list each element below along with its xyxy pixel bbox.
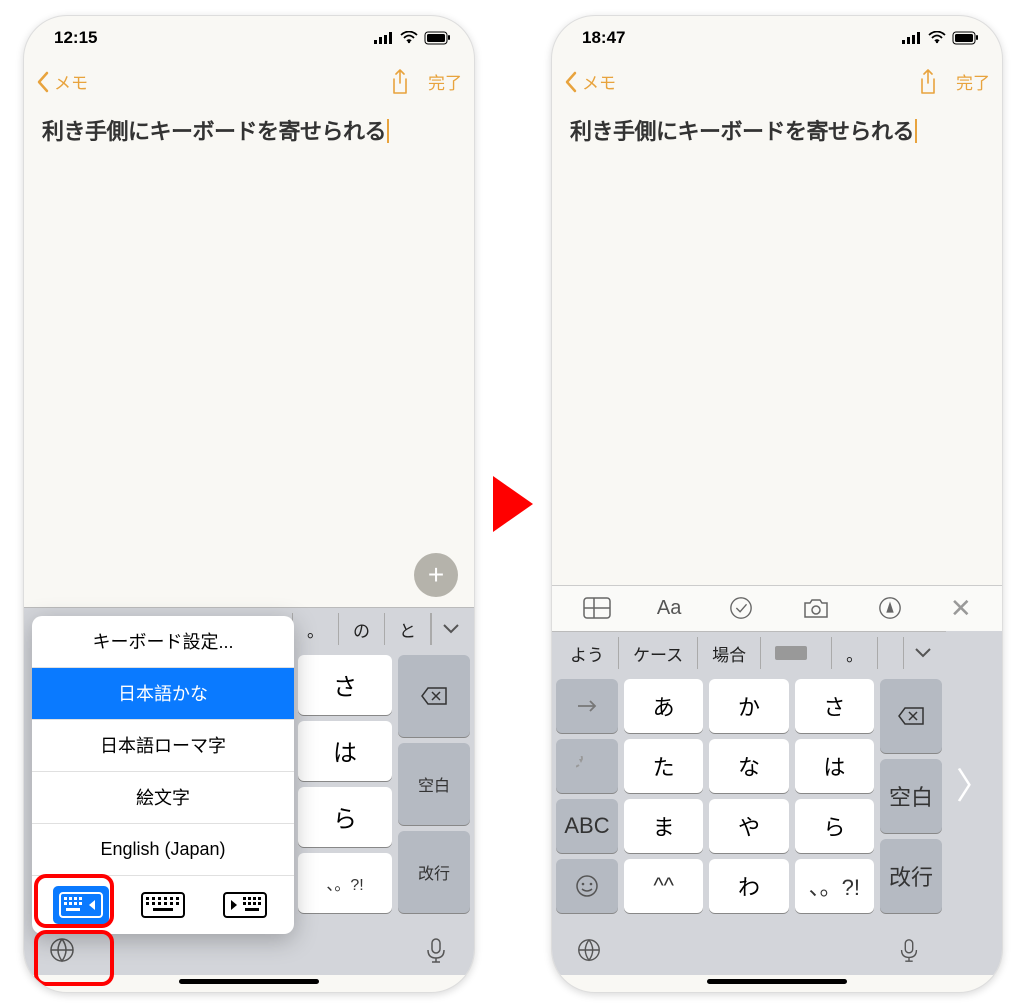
suggestion-item[interactable]: 場合 [698, 637, 761, 669]
return-key[interactable]: 改行 [398, 831, 470, 913]
back-label: メモ [54, 69, 88, 94]
add-button[interactable]: + [414, 553, 458, 597]
key-ta[interactable]: た [624, 739, 703, 793]
phone-left: 12:15 メモ 完了 利き手側にキーボードを寄せられる + 。 の と さ [23, 15, 475, 993]
arrow-right-key[interactable] [556, 679, 618, 733]
key-sa[interactable]: さ [298, 655, 392, 715]
battery-icon [952, 31, 980, 45]
keyboard-full-icon[interactable] [135, 886, 191, 924]
home-indicator[interactable] [707, 979, 847, 984]
mic-icon[interactable] [896, 937, 922, 963]
key-sa[interactable]: さ [795, 679, 874, 733]
key-ha[interactable]: は [298, 721, 392, 781]
suggestion-item[interactable]: 。 [292, 613, 339, 645]
key-wa[interactable]: わ [709, 859, 788, 913]
key-ra[interactable]: ら [795, 799, 874, 853]
backspace-key[interactable] [880, 679, 942, 753]
backspace-key[interactable] [398, 655, 470, 737]
key-na[interactable]: な [709, 739, 788, 793]
chevron-down-icon[interactable] [903, 637, 942, 669]
keyboard-right-icon[interactable] [217, 886, 273, 924]
undo-key[interactable] [556, 739, 618, 793]
menu-romaji[interactable]: 日本語ローマ字 [32, 720, 294, 772]
suggestion-item[interactable]: と [385, 613, 431, 645]
key-ka[interactable]: か [709, 679, 788, 733]
status-icons [902, 31, 980, 45]
markup-icon[interactable] [875, 596, 905, 620]
share-icon[interactable] [918, 69, 938, 95]
keyboard-layout-row [32, 876, 294, 934]
signal-icon [374, 32, 394, 44]
globe-icon[interactable] [576, 937, 602, 963]
key-punct[interactable]: 、。?! [795, 859, 874, 913]
key-ha[interactable]: は [795, 739, 874, 793]
camera-icon[interactable] [801, 596, 831, 620]
globe-icon[interactable] [48, 936, 76, 964]
home-indicator[interactable] [179, 979, 319, 984]
share-icon[interactable] [390, 69, 410, 95]
return-key[interactable]: 改行 [880, 839, 942, 913]
table-icon[interactable] [582, 596, 612, 620]
back-button[interactable]: メモ [36, 69, 88, 94]
key-a[interactable]: あ [624, 679, 703, 733]
space-key[interactable]: 空白 [398, 743, 470, 825]
battery-icon [424, 31, 452, 45]
suggestion-bar: よう ケース 場合 。 [552, 631, 946, 675]
note-text: 利き手側にキーボードを寄せられる [570, 119, 914, 144]
compact-keyboard: よう ケース 場合 。 ABC [552, 631, 1002, 975]
back-label: メモ [582, 69, 616, 94]
key-small[interactable]: ^^ [624, 859, 703, 913]
menu-emoji[interactable]: 絵文字 [32, 772, 294, 824]
suggestion-item[interactable]: 。 [831, 637, 878, 669]
expand-handle[interactable]: 〉 [946, 631, 1002, 975]
keyboard-bottom-bar [552, 921, 946, 975]
key-ra[interactable]: ら [298, 787, 392, 847]
mic-icon[interactable] [422, 936, 450, 964]
note-content[interactable]: 利き手側にキーボードを寄せられる + [24, 104, 474, 607]
arrow-icon [493, 476, 533, 532]
menu-kana[interactable]: 日本語かな [32, 668, 294, 720]
suggestion-item[interactable]: ケース [619, 637, 698, 669]
keyboard-menu: キーボード設定... 日本語かな 日本語ローマ字 絵文字 English (Ja… [32, 616, 294, 934]
format-button[interactable]: Aa [657, 597, 681, 620]
text-cursor [387, 119, 389, 143]
checklist-icon[interactable] [726, 596, 756, 620]
menu-english[interactable]: English (Japan) [32, 824, 294, 876]
wifi-icon [928, 31, 946, 44]
status-bar: 12:15 [24, 16, 474, 60]
key-punct[interactable]: 、。?! [298, 853, 392, 913]
status-time: 12:15 [54, 28, 97, 48]
chevron-down-icon[interactable] [431, 613, 470, 645]
done-button[interactable]: 完了 [956, 69, 990, 94]
status-time: 18:47 [582, 28, 625, 48]
space-key[interactable]: 空白 [880, 759, 942, 833]
close-icon[interactable]: ✕ [950, 593, 972, 624]
nav-bar: メモ 完了 [552, 60, 1002, 104]
abc-key[interactable]: ABC [556, 799, 618, 853]
status-icons [374, 31, 452, 45]
suggestion-item[interactable]: の [339, 613, 385, 645]
suggestion-item[interactable]: よう [556, 637, 619, 669]
notes-toolbar: Aa ✕ [552, 585, 1002, 631]
key-ya[interactable]: や [709, 799, 788, 853]
done-button[interactable]: 完了 [428, 69, 462, 94]
text-cursor [915, 119, 917, 143]
note-text: 利き手側にキーボードを寄せられる [42, 119, 386, 144]
nav-bar: メモ 完了 [24, 60, 474, 104]
back-button[interactable]: メモ [564, 69, 616, 94]
status-bar: 18:47 [552, 16, 1002, 60]
menu-settings[interactable]: キーボード設定... [32, 616, 294, 668]
suggestion-mini-kb[interactable] [761, 637, 831, 669]
phone-right: 18:47 メモ 完了 利き手側にキーボードを寄せられる Aa ✕ よう [551, 15, 1003, 993]
keyboard-left-icon[interactable] [53, 886, 109, 924]
wifi-icon [400, 31, 418, 44]
note-content[interactable]: 利き手側にキーボードを寄せられる [552, 104, 1002, 585]
key-ma[interactable]: ま [624, 799, 703, 853]
signal-icon [902, 32, 922, 44]
emoji-key[interactable] [556, 859, 618, 913]
chevron-right-icon: 〉 [956, 757, 992, 809]
